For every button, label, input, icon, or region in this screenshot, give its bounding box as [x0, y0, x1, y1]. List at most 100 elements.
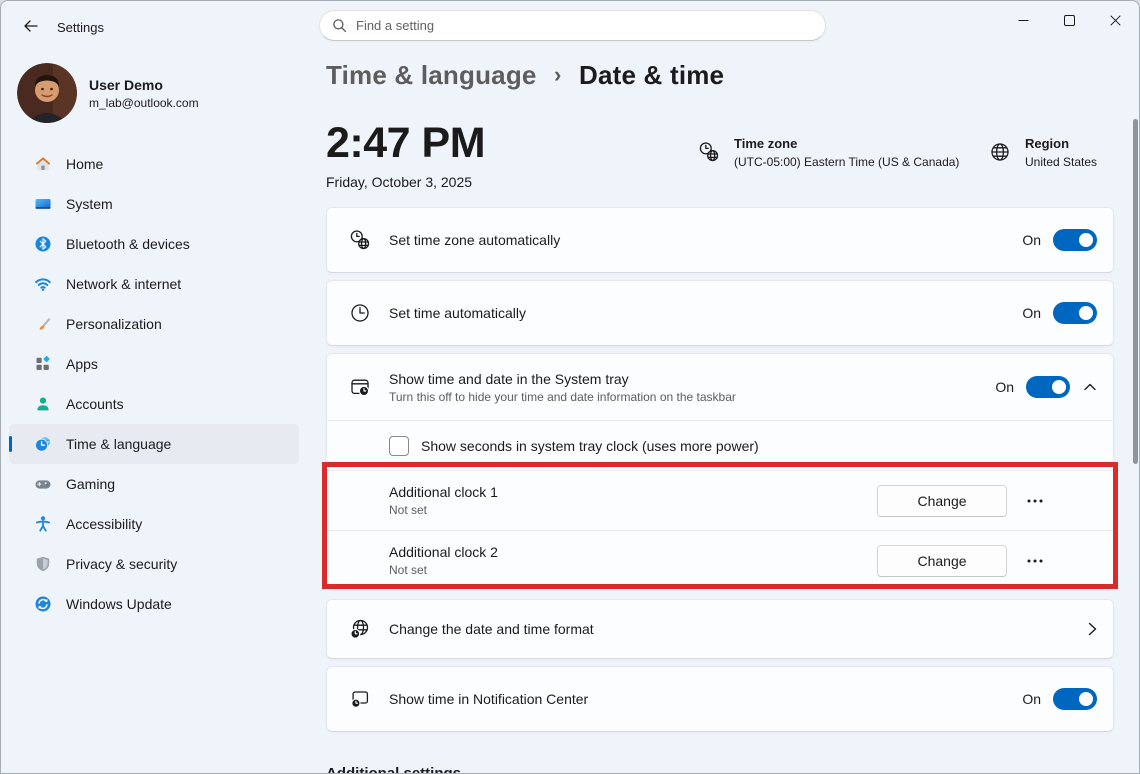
sidebar-item-label: Accounts [66, 396, 124, 412]
search-placeholder: Find a setting [356, 18, 435, 33]
sidebar-item-label: Apps [66, 356, 98, 372]
sidebar-item-accounts[interactable]: Accounts [9, 384, 299, 424]
sidebar-item-windows-update[interactable]: Windows Update [9, 584, 299, 624]
notification-center-toggle[interactable] [1053, 688, 1097, 710]
breadcrumb-parent[interactable]: Time & language [326, 60, 537, 90]
toggle-knob [1079, 306, 1093, 320]
change-clock-1-button[interactable]: Change [877, 484, 1007, 517]
change-clock-2-button[interactable]: Change [877, 544, 1007, 577]
additional-clock-value: Not set [389, 563, 428, 577]
minimize-button[interactable] [1000, 2, 1046, 38]
toggle-state-label: On [1022, 691, 1041, 707]
chevron-up-icon [1083, 382, 1097, 392]
toggle-knob [1052, 380, 1066, 394]
more-options-button[interactable] [1015, 485, 1055, 517]
back-button[interactable] [15, 13, 47, 39]
sidebar-item-label: Accessibility [66, 516, 143, 532]
profile-email: m_lab@outlook.com [89, 95, 199, 110]
toggle-state-label: On [1022, 232, 1041, 248]
sidebar-item-label: Bluetooth & devices [66, 236, 190, 252]
search-input[interactable]: Find a setting [319, 10, 826, 41]
card-system-tray-group: Show time and date in the System tray Tu… [326, 353, 1114, 589]
setting-title: Set time automatically [389, 305, 526, 321]
more-options-button[interactable] [1015, 545, 1055, 577]
personalization-icon [34, 315, 52, 333]
show-seconds-checkbox[interactable] [389, 435, 409, 456]
toggle-state-label: On [995, 379, 1014, 395]
timezone-info: Time zone (UTC-05:00) Eastern Time (US &… [698, 136, 959, 169]
more-horizontal-icon [1027, 559, 1043, 563]
maximize-icon [1063, 14, 1075, 26]
clock-globe-icon [349, 229, 371, 251]
profile-text: User Demo m_lab@outlook.com [89, 77, 199, 110]
collapse-button[interactable] [1083, 382, 1097, 392]
region-info: Region United States [989, 136, 1097, 169]
system-tray-toggle[interactable] [1026, 376, 1070, 398]
scrollbar-thumb[interactable] [1133, 119, 1138, 464]
setting-subtitle: Turn this off to hide your time and date… [389, 389, 736, 404]
time-language-icon [34, 435, 52, 453]
sidebar-item-label: Gaming [66, 476, 116, 492]
card-notification-center: Show time in Notification Center On [326, 666, 1114, 732]
settings-window: Settings Find a setting User Demo m_lab@… [0, 0, 1140, 774]
show-seconds-row: Show seconds in system tray clock (uses … [327, 420, 1113, 470]
set-timezone-toggle[interactable] [1053, 229, 1097, 251]
accounts-icon [34, 395, 52, 413]
sidebar-item-home[interactable]: Home [9, 144, 299, 184]
avatar [17, 63, 77, 123]
more-horizontal-icon [1027, 499, 1043, 503]
app-title: Settings [57, 20, 104, 35]
card-set-time: Set time automatically On [326, 280, 1114, 346]
sidebar-item-label: System [66, 196, 113, 212]
home-icon [34, 155, 52, 173]
globe-icon [989, 141, 1011, 169]
apps-icon [34, 355, 52, 373]
sidebar-item-label: Privacy & security [66, 556, 178, 572]
maximize-button[interactable] [1046, 2, 1092, 38]
setting-title: Change the date and time format [389, 621, 594, 637]
additional-clock-title: Additional clock 2 [389, 544, 498, 560]
region-value: United States [1025, 155, 1098, 169]
sidebar-item-network[interactable]: Network & internet [9, 264, 299, 304]
globe-clock-icon [349, 618, 371, 640]
arrow-left-icon [22, 17, 40, 35]
sidebar-item-gaming[interactable]: Gaming [9, 464, 299, 504]
minimize-icon [1018, 15, 1029, 26]
additional-clock-1-row: Additional clock 1 Not set Change [327, 470, 1113, 530]
sidebar-item-personalization[interactable]: Personalization [9, 304, 299, 344]
sidebar-item-privacy-security[interactable]: Privacy & security [9, 544, 299, 584]
sidebar-item-apps[interactable]: Apps [9, 344, 299, 384]
timezone-value: (UTC-05:00) Eastern Time (US & Canada) [734, 155, 960, 169]
sidebar-item-label: Network & internet [66, 276, 182, 292]
current-date: Friday, October 3, 2025 [326, 174, 473, 190]
sidebar-item-label: Home [66, 156, 104, 172]
sidebar-item-label: Personalization [66, 316, 162, 332]
close-button[interactable] [1092, 2, 1138, 38]
toggle-knob [1079, 233, 1093, 247]
clock-globe-icon [698, 141, 720, 169]
chevron-right-icon [1088, 622, 1097, 636]
network-icon [34, 275, 52, 293]
tray-clock-icon [349, 376, 371, 398]
selected-accent-bar [9, 436, 12, 452]
toggle-state-label: On [1022, 305, 1041, 321]
shield-icon [34, 555, 52, 573]
sidebar-item-system[interactable]: System [9, 184, 299, 224]
clock-icon [349, 302, 371, 324]
page-title: Date & time [578, 60, 725, 90]
window-controls [1000, 2, 1138, 38]
sidebar-item-time-language[interactable]: Time & language [9, 424, 299, 464]
additional-clock-value: Not set [389, 503, 428, 517]
user-profile: User Demo m_lab@outlook.com [17, 63, 199, 123]
current-time: 2:47 PM [326, 119, 486, 167]
sidebar-item-bluetooth[interactable]: Bluetooth & devices [9, 224, 299, 264]
card-date-format[interactable]: Change the date and time format [326, 599, 1114, 659]
accessibility-icon [34, 515, 52, 533]
system-tray-expander-row[interactable]: Show time and date in the System tray Tu… [327, 354, 1113, 420]
sidebar-item-accessibility[interactable]: Accessibility [9, 504, 299, 544]
set-time-toggle[interactable] [1053, 302, 1097, 324]
additional-clock-title: Additional clock 1 [389, 484, 498, 500]
setting-title: Show time in Notification Center [389, 691, 589, 707]
setting-title: Set time zone automatically [389, 232, 561, 248]
breadcrumb: Time & language › Date & time [326, 60, 724, 91]
